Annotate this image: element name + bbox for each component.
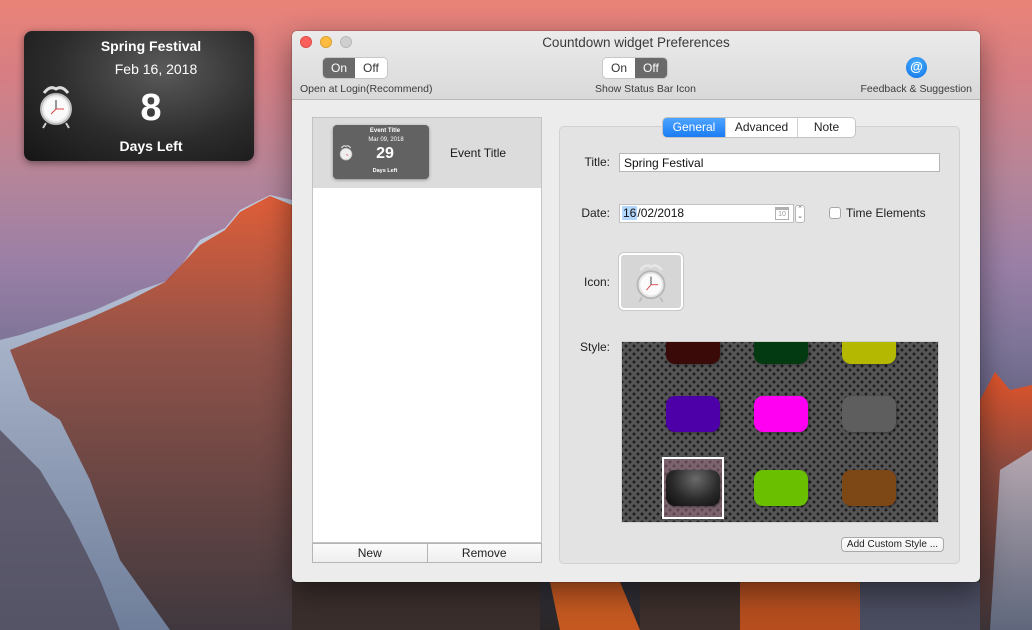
remove-event-button[interactable]: Remove (426, 544, 542, 562)
widget-event-title: Spring Festival (100, 38, 202, 54)
desktop-countdown-widget[interactable]: Spring Festival Feb 16, 2018 8 Days Left (24, 31, 254, 161)
time-elements-label[interactable]: Time Elements (846, 206, 926, 220)
preview-title: Event Title (369, 128, 401, 134)
style-label: Style: (579, 340, 610, 354)
date-rest[interactable]: /02/2018 (637, 206, 684, 220)
login-off-option[interactable]: Off (355, 58, 387, 78)
tab-advanced[interactable]: Advanced (725, 118, 797, 137)
open-at-login-toggle[interactable]: On Off (323, 58, 387, 78)
tab-general[interactable]: General (663, 118, 725, 137)
style-swatch-dark-green[interactable] (754, 342, 808, 364)
event-preview-thumbnail: Event Title Mar 09, 2018 29 Days Left (333, 125, 429, 179)
date-stepper[interactable]: ⌃ ⌄ (795, 205, 805, 223)
new-event-button[interactable]: New (313, 544, 427, 562)
title-input[interactable] (619, 153, 940, 172)
tab-bar: General Advanced Note (663, 118, 855, 137)
style-swatch-black-gloss[interactable] (666, 470, 720, 506)
feedback-at-icon[interactable]: @ (906, 57, 927, 78)
event-title-label: Event Title (450, 146, 507, 160)
list-action-bar: New Remove (312, 543, 542, 563)
style-swatch-olive-yellow[interactable] (842, 342, 896, 364)
status-bar-icon-label: Show Status Bar Icon (595, 83, 696, 95)
style-swatch-purple[interactable] (666, 396, 720, 432)
login-on-option[interactable]: On (323, 58, 356, 78)
list-item[interactable]: Event Title Mar 09, 2018 29 Days Left Ev… (313, 118, 541, 188)
style-swatch-brown[interactable] (842, 470, 896, 506)
preferences-window: Countdown widget Preferences On Off Open… (292, 31, 980, 582)
tab-note[interactable]: Note (797, 118, 855, 137)
calendar-icon[interactable]: 10 (775, 207, 789, 220)
widget-days-left-label: Days Left (119, 138, 183, 154)
window-title: Countdown widget Preferences (542, 35, 730, 50)
style-swatch-dark-red[interactable] (666, 342, 720, 364)
icon-picker-well[interactable] (619, 253, 683, 310)
chevron-up-icon[interactable]: ⌃ (796, 206, 804, 213)
preview-days-count: 29 (376, 145, 394, 162)
widget-days-count: 8 (140, 87, 162, 129)
date-label: Date: (581, 206, 610, 220)
feedback-label[interactable]: Feedback & Suggestion (861, 83, 973, 95)
style-swatch-magenta[interactable] (754, 396, 808, 432)
window-titlebar: Countdown widget Preferences On Off Open… (292, 31, 980, 100)
status-off-option[interactable]: Off (635, 58, 667, 78)
style-swatch-gray[interactable] (842, 396, 896, 432)
preview-days-left: Days Left (372, 168, 398, 174)
style-swatch-lime-green[interactable] (754, 470, 808, 506)
add-custom-style-button[interactable]: Add Custom Style ... (841, 537, 944, 552)
status-bar-icon-toggle[interactable]: On Off (603, 58, 667, 78)
time-elements-checkbox[interactable] (829, 207, 841, 219)
alarm-clock-icon (636, 264, 666, 303)
preview-date: Mar 09, 2018 (368, 137, 404, 143)
style-picker-grid[interactable] (621, 341, 939, 523)
date-picker-field[interactable]: 16/02/2018 10 (619, 204, 794, 223)
title-label: Title: (584, 155, 610, 169)
chevron-down-icon[interactable]: ⌄ (796, 213, 804, 220)
widget-event-date: Feb 16, 2018 (114, 61, 198, 77)
date-day-segment[interactable]: 16 (622, 206, 638, 220)
event-list[interactable]: Event Title Mar 09, 2018 29 Days Left Ev… (312, 117, 542, 543)
icon-label: Icon: (583, 275, 610, 289)
status-on-option[interactable]: On (603, 58, 635, 78)
open-at-login-label: Open at Login(Recommend) (300, 83, 433, 95)
